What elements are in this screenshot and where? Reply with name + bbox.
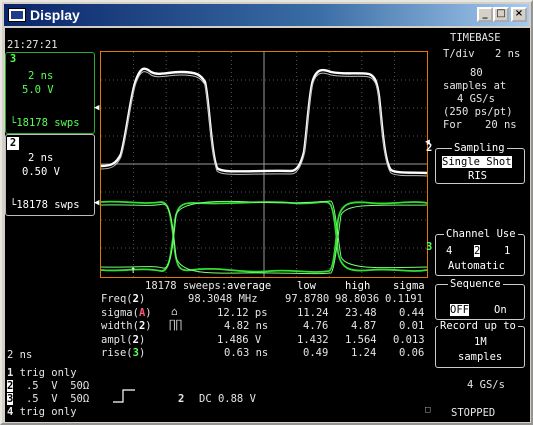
ps-per-point: (250 ps/pt) (443, 106, 513, 118)
row-name: ampl(2) (101, 334, 146, 346)
samples-at-label: samples at (443, 80, 507, 92)
row-sigma: 0.06 (399, 347, 425, 359)
sequence-off[interactable]: OFF (450, 304, 469, 316)
width-pulse-icon: ∏∏ (169, 318, 183, 331)
channel-use-option-2[interactable]: 2 (474, 245, 481, 257)
sequence-on[interactable]: On (494, 304, 507, 316)
sweeps-count-label: 18178 sweeps: (145, 280, 228, 292)
trigger-info: DC 0.88 V (199, 393, 256, 405)
window-title: Display (30, 7, 80, 23)
channel-use-box[interactable]: Channel Use 4 2 1 Automatic (435, 228, 525, 276)
row-high: 1.564 (345, 334, 377, 346)
trig-line-3: 3 .5 V 50Ω (7, 393, 90, 405)
sampling-box[interactable]: Sampling Single Shot RIS (435, 142, 525, 184)
trig-line-4: 4 trig only (7, 406, 77, 418)
sequence-label: Sequence (448, 278, 503, 290)
row-low: 11.24 (297, 307, 329, 319)
channel-3-vdiv: 5.0 V (22, 84, 54, 96)
trigger-position-arrow: ↑ (130, 264, 137, 276)
trigger-edge-icon (113, 389, 135, 403)
row-sigma: 0.1191 (385, 293, 423, 305)
row-high: 1.24 (351, 347, 377, 359)
tdiv-value: 2 ns (495, 48, 521, 60)
for-label: For (443, 119, 462, 131)
row-low: 97.8780 (285, 293, 330, 305)
header-sigma: sigma (393, 280, 425, 292)
channel-use-label: Channel Use (444, 228, 518, 240)
header-average: average (227, 280, 272, 292)
trigger-channel: 2 (178, 393, 185, 405)
display-window: Display _ □ × 21:27:21 3 2 ns 5.0 V └181… (0, 0, 533, 425)
row-high: 4.87 (351, 320, 377, 332)
for-value: 20 ns (485, 119, 517, 131)
trace-3-left-pointer: ◀ (94, 198, 100, 208)
tdiv-label: T/div (443, 48, 475, 60)
channel-2-sweeps: └18178 swps (10, 199, 80, 211)
row-average: 12.12 ps (217, 307, 268, 319)
close-button[interactable]: × (511, 7, 527, 22)
trace-2-marker: 2 (426, 142, 433, 154)
maximize-button[interactable]: □ (493, 7, 509, 22)
row-sigma: 0.013 (393, 334, 425, 346)
trig-line-1: 1 trig only (7, 367, 77, 379)
record-line-2: 1M (474, 336, 487, 348)
title-bar[interactable]: Display _ □ × (4, 4, 529, 26)
channel-3-sweeps: └18178 swps (10, 117, 80, 129)
record-line-1: Record up to (438, 320, 518, 332)
channel-2-badge: 2 (7, 137, 19, 150)
jitter-pulse-icon: ⌂ (171, 305, 178, 318)
sample-rate-readout: 4 GS/s (467, 379, 505, 391)
acquisition-status: STOPPED (451, 407, 496, 419)
header-high: high (345, 280, 371, 292)
status-square-icon: □ (425, 405, 431, 415)
channel-use-option-4[interactable]: 4 (446, 245, 452, 257)
row-sigma: 0.44 (399, 307, 425, 319)
row-average: 98.3048 MHz (188, 293, 258, 305)
scope-screen: 21:27:21 3 2 ns 5.0 V └18178 swps 2 2 ns… (5, 28, 530, 422)
clock: 21:27:21 (7, 39, 58, 51)
bottom-timediv: 2 ns (7, 349, 33, 361)
sampling-single-shot[interactable]: Single Shot (442, 156, 512, 168)
row-sigma: 0.01 (399, 320, 425, 332)
trace-2-left-pointer: ◀ (94, 103, 100, 113)
channel-3-badge: 3 (9, 53, 17, 65)
row-name: rise(3) (101, 347, 146, 359)
minimize-button[interactable]: _ (477, 7, 493, 22)
waveform-grid[interactable] (100, 51, 428, 278)
row-average: 1.486 V (217, 334, 262, 346)
row-high: 98.8036 (335, 293, 380, 305)
row-low: 1.432 (297, 334, 329, 346)
channel-use-mode: Automatic (448, 260, 505, 272)
channel-2-vdiv: 0.50 V (22, 166, 60, 178)
channel-2-box[interactable]: 2 2 ns 0.50 V └18178 swps (5, 134, 95, 216)
row-low: 4.76 (303, 320, 329, 332)
timebase-heading: TIMEBASE (450, 32, 501, 44)
record-line-3: samples (458, 351, 503, 363)
sampling-ris[interactable]: RIS (468, 170, 487, 182)
row-average: 0.63 ns (224, 347, 269, 359)
channel-use-option-1[interactable]: 1 (504, 245, 510, 257)
channel-3-tdiv: 2 ns (28, 70, 54, 82)
row-name: sigma(A) (101, 307, 152, 319)
row-name: Freq(2) (101, 293, 146, 305)
channel-3-box[interactable]: 3 2 ns 5.0 V └18178 swps (5, 52, 95, 134)
trig-line-2: 2 .5 V 50Ω (7, 380, 90, 392)
record-box[interactable]: Record up to 1M samples (435, 320, 525, 368)
trace-3-marker: 3 (426, 241, 433, 253)
timebase-rate: 4 GS/s (457, 93, 495, 105)
row-high: 23.48 (345, 307, 377, 319)
samples-count: 80 (470, 67, 483, 79)
row-name: width(2) (101, 320, 152, 332)
sequence-box[interactable]: Sequence OFF On (435, 278, 525, 320)
oscilloscope-app-icon (8, 8, 26, 22)
channel-2-tdiv: 2 ns (28, 152, 54, 164)
row-average: 4.82 ns (224, 320, 269, 332)
header-low: low (297, 280, 316, 292)
sampling-label: Sampling (452, 142, 507, 154)
row-low: 0.49 (303, 347, 329, 359)
